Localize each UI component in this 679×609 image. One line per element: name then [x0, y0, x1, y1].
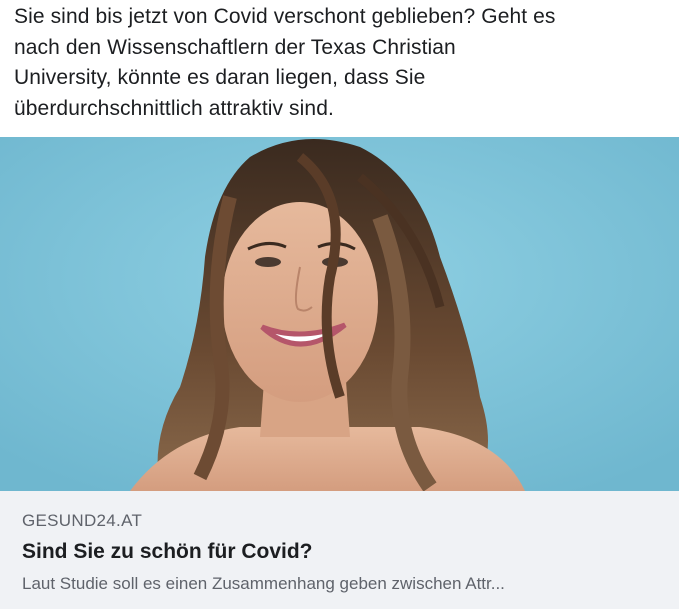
link-preview-image[interactable]	[0, 137, 679, 491]
link-title[interactable]: Sind Sie zu schön für Covid?	[22, 540, 313, 564]
post-text: Sie sind bis jetzt von Covid verschont g…	[14, 5, 556, 120]
woman-portrait-illustration	[0, 137, 679, 491]
link-preview-card[interactable]: GESUND24.AT Sind Sie zu schön für Covid?…	[0, 491, 679, 609]
link-domain: GESUND24.AT	[22, 511, 143, 530]
link-description: Laut Studie soll es einen Zusammenhang g…	[22, 574, 505, 593]
